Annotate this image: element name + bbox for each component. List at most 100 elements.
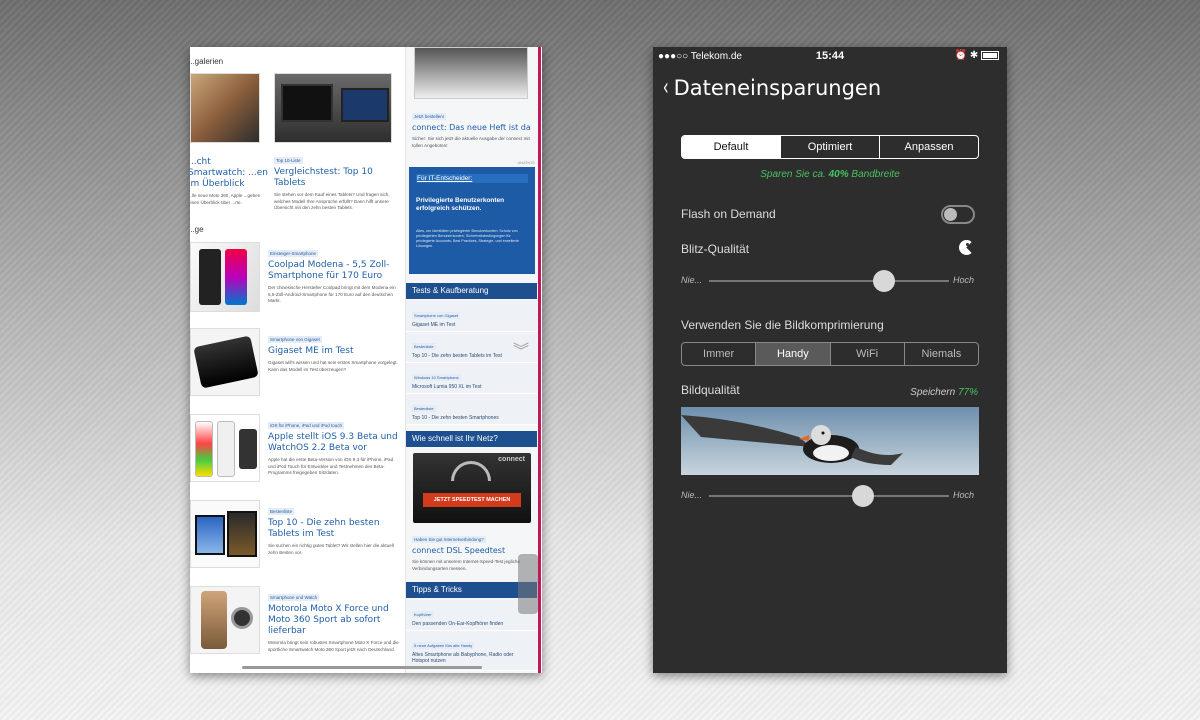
list-item-label[interactable]: Gigaset ME im Test — [412, 322, 531, 328]
slider-high-label: Hoch — [953, 490, 975, 500]
segment-niemals[interactable]: Niemals — [905, 343, 978, 365]
horizontal-scrollbar[interactable] — [242, 666, 482, 669]
status-bar: ●●●○○ Telekom.de 15:44 ⏰ ✱ — [653, 47, 1007, 67]
category-tag[interactable]: Einsteiger-Smartphone — [268, 250, 319, 257]
article-desc: Apple hat die erste Beta-Version von iOS… — [268, 457, 394, 475]
category-tag[interactable]: Smartphone von Gigaset — [412, 312, 461, 319]
article-title[interactable]: Apple stellt iOS 9.3 Beta und WatchOS 2.… — [268, 432, 400, 454]
speedtest-button[interactable]: JETZT SPEEDTEST MACHEN — [423, 493, 521, 507]
mode-segmented-control: Default Optimiert Anpassen — [681, 135, 979, 159]
alarm-bluetooth-icons: ⏰ ✱ — [954, 50, 979, 61]
savings-value: 40% — [828, 169, 849, 180]
tablet-image — [227, 511, 257, 557]
article-thumbnail[interactable] — [190, 328, 260, 396]
compress-label: Verwenden Sie die Bildkomprimierung — [681, 318, 884, 332]
list-item[interactable]: Smartphone von Gigaset Gigaset ME im Test — [406, 301, 537, 332]
article-title[interactable]: Vergleichstest: Top 10 Tablets — [274, 167, 400, 189]
article-desc: Motorola bringt sein robustes Smartphone… — [268, 640, 399, 652]
ad-title[interactable]: Privilegierte Benutzerkonten erfolgreich… — [416, 197, 528, 213]
slider-high-label: Hoch — [953, 275, 975, 285]
gallery-card[interactable]: Top 10-Liste Vergleichstest: Top 10 Tabl… — [272, 73, 400, 233]
phone-image — [193, 335, 259, 389]
article-desc: Gigaset will's wissen und hat sein erste… — [268, 360, 398, 372]
category-tag[interactable]: Bestenliste — [412, 343, 436, 350]
speedtest-title[interactable]: connect DSL Speedtest — [412, 546, 536, 556]
section-heading-galleries: ...galerien — [190, 57, 224, 66]
phone-screen: ●●●○○ Telekom.de 15:44 ⏰ ✱ ‹ Dateneinspar… — [653, 47, 1007, 673]
nav-bar: ‹ Dateneinsparungen — [661, 73, 881, 101]
puffin-image — [681, 415, 903, 465]
segment-wifi[interactable]: WiFi — [831, 343, 905, 365]
ad-banner[interactable]: Für IT-Entscheider: Privilegierte Benutz… — [409, 167, 535, 274]
article-row[interactable]: Bestenliste Top 10 - Die zehn besten Tab… — [190, 500, 402, 580]
category-tag[interactable]: Smartphone von Gigaset — [268, 336, 322, 343]
article-row[interactable]: iOS für iPhone, iPad und iPod touch Appl… — [190, 414, 402, 494]
list-item[interactable]: Windows 10 Smartphone Microsoft Lumia 950… — [406, 363, 537, 394]
article-row[interactable]: Smartphone von Gigaset Gigaset ME im Tes… — [190, 328, 402, 408]
article-thumbnail[interactable] — [190, 414, 260, 482]
category-tag[interactable]: Smartphone und Watch — [268, 594, 320, 601]
list-item[interactable]: Bestenliste Top 10 - Die zehn besten Smar… — [406, 394, 537, 425]
category-tag[interactable]: Bestenliste — [268, 508, 295, 515]
category-tag[interactable]: Bestenliste — [412, 405, 436, 412]
heft-title[interactable]: connect: Das neue Heft ist da — [412, 123, 536, 133]
speedtest-banner[interactable]: connect JETZT SPEEDTEST MACHEN — [413, 453, 531, 523]
blitz-slider[interactable] — [709, 270, 949, 292]
gallery-title[interactable]: ...cht Smartwatch: ...en im Überblick — [190, 157, 268, 190]
article-thumbnail[interactable] — [190, 586, 260, 654]
slider-low-label: Nie... — [681, 490, 703, 500]
preview-image — [681, 407, 979, 475]
list-item-label[interactable]: Altes Smartphone als Babyphone, Radio od… — [412, 652, 531, 664]
speed-brand: connect — [498, 456, 525, 463]
list-item-label[interactable]: Microsoft Lumia 950 XL im Test — [412, 384, 531, 390]
article-title[interactable]: Top 10 - Die zehn besten Tablets im Test — [268, 518, 400, 540]
segment-optimiert[interactable]: Optimiert — [781, 136, 880, 158]
category-tag[interactable]: Jetzt bestellen! — [412, 113, 447, 120]
speed-header[interactable]: Wie schnell ist Ihr Netz? — [406, 431, 537, 447]
article-desc: Sie stehen vor dem Kauf eines Tablets? U… — [274, 192, 390, 210]
category-tag[interactable]: Top 10-Liste — [274, 157, 303, 164]
gallery-card[interactable]: ...cht Smartwatch: ...en im Überblick ..… — [190, 73, 270, 223]
gallery-thumbnail[interactable] — [274, 73, 392, 143]
heft-desc: Sicher: Sie sich jetzt die aktuelle Ausg… — [412, 136, 530, 148]
article-row[interactable]: Smartphone und Watch Motorola Moto X For… — [190, 586, 402, 673]
article-desc: Sie suchen ein richtig gutes Tablet? Wir… — [268, 543, 394, 555]
speichern-label: Speichern — [910, 387, 956, 398]
category-tag[interactable]: Windows 10 Smartphone — [412, 374, 461, 381]
list-item-label[interactable]: Top 10 - Die zehn besten Smartphones — [412, 415, 531, 421]
category-tag[interactable]: 5 neue Aufgaben fürs alte Handy — [412, 642, 475, 649]
article-row[interactable]: Einsteiger-Smartphone Coolpad Modena - 5… — [190, 242, 402, 322]
list-item-label[interactable]: Den passenden On-Ear-Kopfhörer finden — [412, 621, 531, 627]
category-tag[interactable]: Kopfhörer — [412, 611, 434, 618]
compress-segmented-control: Immer Handy WiFi Niemals — [681, 342, 979, 366]
flash-toggle[interactable] — [941, 205, 975, 224]
chevron-down-icon[interactable]: ︾ — [513, 344, 529, 360]
segment-default[interactable]: Default — [682, 136, 781, 158]
tablet-image — [281, 84, 333, 122]
list-item[interactable]: 5 neue Aufgaben fürs alte Handy Altes Sma… — [406, 631, 537, 671]
gauge-icon — [451, 461, 491, 481]
pacman-icon — [959, 240, 974, 255]
slider-thumb[interactable] — [873, 270, 896, 292]
category-tag[interactable]: Haben Sie gut Internetverbindung? — [412, 536, 486, 543]
back-chevron-icon[interactable]: ‹ — [663, 73, 669, 101]
bild-slider[interactable] — [709, 485, 949, 507]
gallery-thumbnail[interactable] — [190, 73, 260, 143]
scroll-handle[interactable] — [518, 554, 538, 614]
article-title[interactable]: Gigaset ME im Test — [268, 346, 400, 357]
slider-thumb[interactable] — [851, 485, 874, 507]
segment-immer[interactable]: Immer — [682, 343, 757, 365]
tests-header[interactable]: Tests & Kaufberatung — [406, 283, 537, 299]
article-thumbnail[interactable] — [190, 242, 260, 312]
ad-headline[interactable]: Für IT-Entscheider: — [416, 174, 528, 183]
savings-suffix: Bandbreite — [851, 169, 900, 180]
article-title[interactable]: Coolpad Modena - 5,5 Zoll-Smartphone für… — [268, 260, 400, 282]
article-title[interactable]: Motorola Moto X Force und Moto 360 Sport… — [268, 604, 400, 637]
magazine-cover[interactable] — [414, 47, 528, 99]
watch-image — [231, 607, 253, 629]
category-tag[interactable]: iOS für iPhone, iPad und iPod touch — [268, 422, 345, 429]
segment-handy[interactable]: Handy — [756, 343, 831, 365]
article-thumbnail[interactable] — [190, 500, 260, 568]
blitz-label: Blitz-Qualität — [681, 242, 750, 256]
segment-anpassen[interactable]: Anpassen — [880, 136, 978, 158]
